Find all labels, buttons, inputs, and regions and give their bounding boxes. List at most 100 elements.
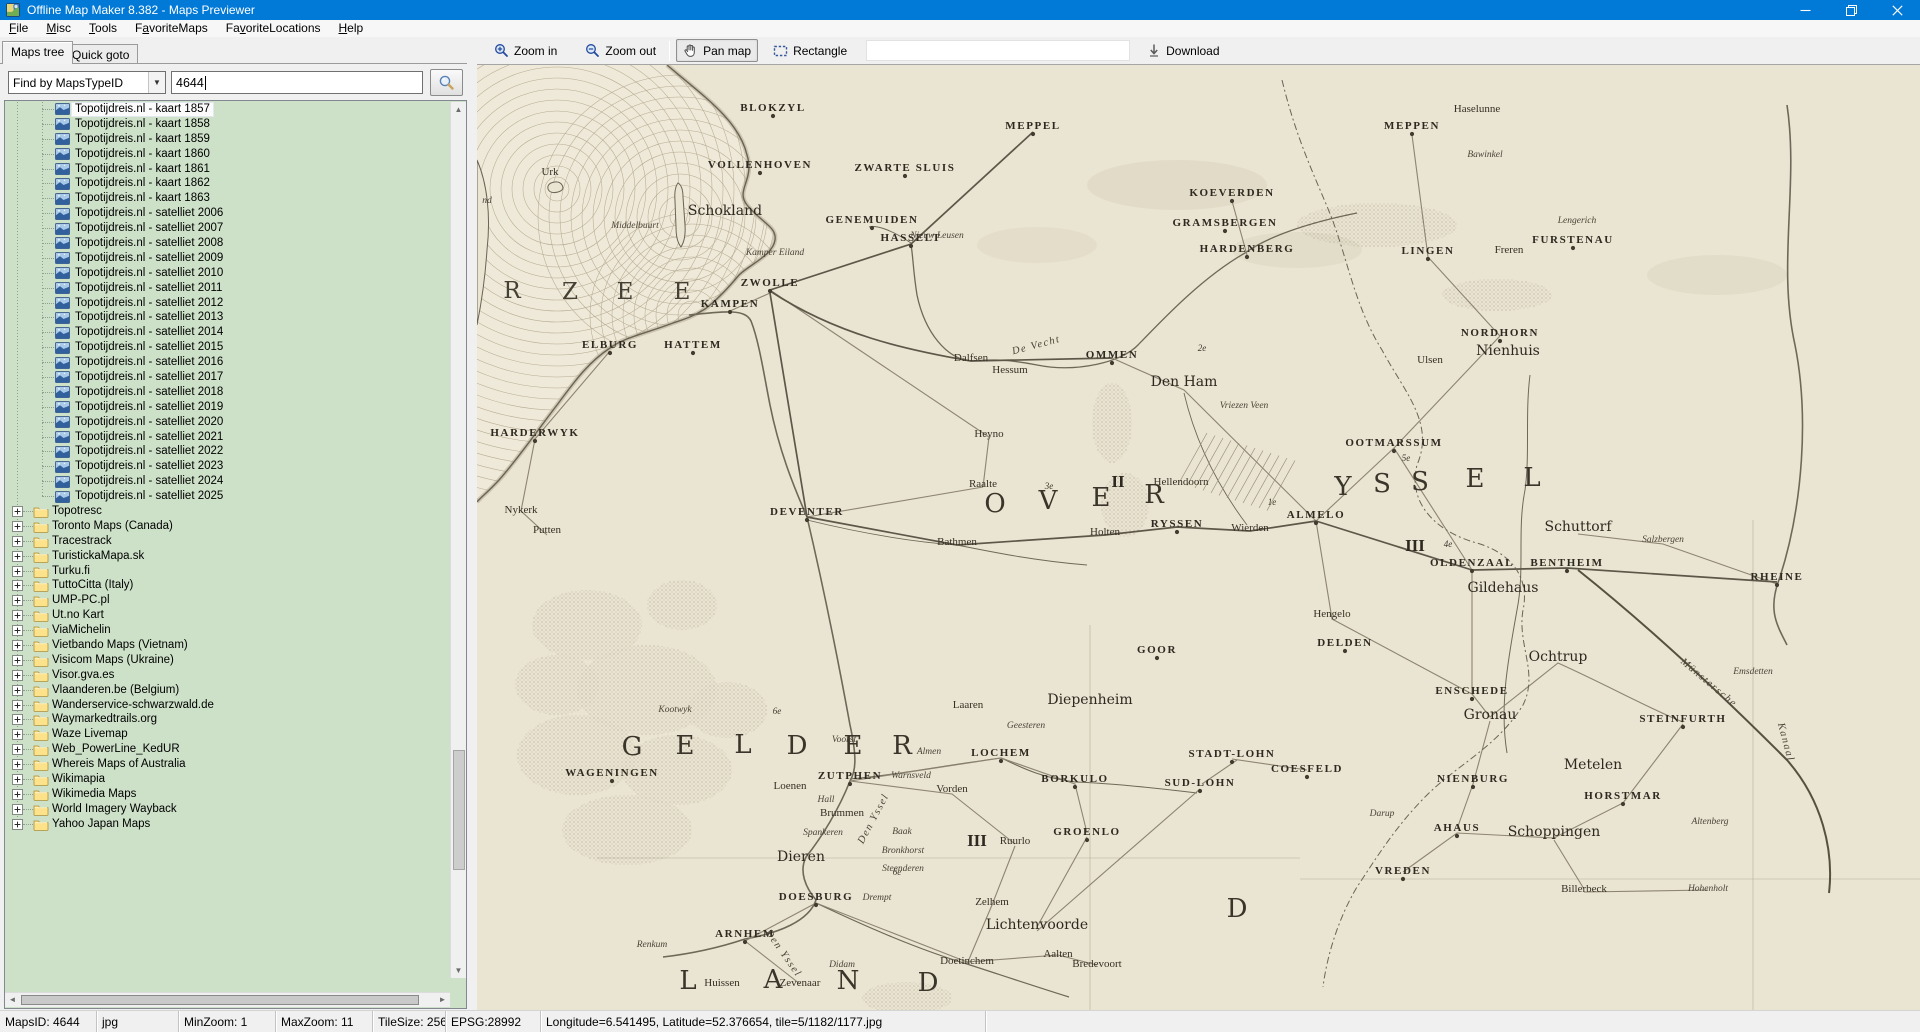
- expand-toggle-icon[interactable]: [12, 580, 23, 591]
- menu-tools[interactable]: Tools: [80, 20, 126, 37]
- restore-button[interactable]: [1828, 0, 1874, 20]
- expand-toggle-icon[interactable]: [12, 670, 23, 681]
- tree-vscroll-thumb[interactable]: [453, 750, 465, 870]
- tree-item[interactable]: Visicom Maps (Ukraine): [5, 653, 450, 668]
- tree-item[interactable]: ViaMichelin: [5, 623, 450, 638]
- tree-item[interactable]: Topotijdreis.nl - satelliet 2018: [5, 385, 450, 400]
- scroll-up-icon[interactable]: ▲: [451, 102, 466, 117]
- expand-toggle-icon[interactable]: [12, 640, 23, 651]
- expand-toggle-icon[interactable]: [12, 551, 23, 562]
- expand-toggle-icon[interactable]: [12, 729, 23, 740]
- tree-item[interactable]: Web_PowerLine_KedUR: [5, 742, 450, 757]
- expand-toggle-icon[interactable]: [12, 819, 23, 830]
- download-button[interactable]: Download: [1140, 39, 1226, 62]
- tree-item[interactable]: Wikimedia Maps: [5, 787, 450, 802]
- tree-item[interactable]: Turku.fi: [5, 564, 450, 579]
- menu-misc[interactable]: Misc: [37, 20, 80, 37]
- tree-item[interactable]: Topotresc: [5, 504, 450, 519]
- expand-toggle-icon[interactable]: [12, 759, 23, 770]
- tree-item[interactable]: Topotijdreis.nl - satelliet 2020: [5, 415, 450, 430]
- menu-help[interactable]: Help: [330, 20, 373, 37]
- rectangle-button[interactable]: Rectangle: [766, 40, 854, 62]
- tree-item[interactable]: Waze Livemap: [5, 727, 450, 742]
- menu-favoritelocations[interactable]: FavoriteLocations: [217, 20, 330, 37]
- tree-item[interactable]: Topotijdreis.nl - satelliet 2016: [5, 355, 450, 370]
- expand-toggle-icon[interactable]: [12, 521, 23, 532]
- tree-item[interactable]: Wanderservice-schwarzwald.de: [5, 698, 450, 713]
- tree-hscroll-thumb[interactable]: [21, 995, 419, 1005]
- map-canvas[interactable]: RZEEOVERYSSELGELDERLANDDIIIIIIIIBLOKZYLV…: [477, 64, 1920, 1010]
- tree-item[interactable]: Topotijdreis.nl - kaart 1857: [5, 102, 450, 117]
- tree-item[interactable]: Topotijdreis.nl - satelliet 2024: [5, 474, 450, 489]
- tree-item[interactable]: Topotijdreis.nl - satelliet 2015: [5, 340, 450, 355]
- tree-item[interactable]: TuristickaMapa.sk: [5, 549, 450, 564]
- tree-item[interactable]: Waymarkedtrails.org: [5, 713, 450, 728]
- tree-item[interactable]: Topotijdreis.nl - satelliet 2013: [5, 310, 450, 325]
- tree-item[interactable]: Toronto Maps (Canada): [5, 519, 450, 534]
- tree-item[interactable]: Topotijdreis.nl - satelliet 2011: [5, 281, 450, 296]
- scroll-down-icon[interactable]: ▼: [451, 963, 466, 978]
- find-mode-select[interactable]: Find by MapsTypeID ▼: [8, 71, 166, 94]
- tree-item[interactable]: Topotijdreis.nl - satelliet 2010: [5, 266, 450, 281]
- menu-favoritemaps[interactable]: FavoriteMaps: [126, 20, 217, 37]
- tree-item[interactable]: Topotijdreis.nl - satelliet 2008: [5, 236, 450, 251]
- tree-item[interactable]: Visor.gva.es: [5, 668, 450, 683]
- search-input[interactable]: 4644: [171, 71, 423, 94]
- tree-item[interactable]: Topotijdreis.nl - satelliet 2009: [5, 251, 450, 266]
- minimize-button[interactable]: [1782, 0, 1828, 20]
- expand-toggle-icon[interactable]: [12, 685, 23, 696]
- expand-toggle-icon[interactable]: [12, 536, 23, 547]
- tree-item[interactable]: Topotijdreis.nl - satelliet 2022: [5, 444, 450, 459]
- tree-item[interactable]: Topotijdreis.nl - satelliet 2019: [5, 400, 450, 415]
- zoom-out-button[interactable]: Zoom out: [578, 39, 663, 62]
- tree-item[interactable]: World Imagery Wayback: [5, 802, 450, 817]
- expand-toggle-icon[interactable]: [12, 625, 23, 636]
- tree-item[interactable]: Vlaanderen.be (Belgium): [5, 683, 450, 698]
- tree-item[interactable]: Topotijdreis.nl - kaart 1859: [5, 132, 450, 147]
- tree-item[interactable]: Topotijdreis.nl - kaart 1861: [5, 162, 450, 177]
- tree-item[interactable]: Topotijdreis.nl - satelliet 2006: [5, 206, 450, 221]
- tree-item[interactable]: Topotijdreis.nl - kaart 1863: [5, 191, 450, 206]
- expand-toggle-icon[interactable]: [12, 744, 23, 755]
- tree-vertical-scrollbar[interactable]: ▲ ▼: [450, 102, 466, 978]
- menu-file[interactable]: File: [0, 20, 37, 37]
- tree-horizontal-scrollbar[interactable]: ◄ ►: [5, 992, 450, 1007]
- search-button[interactable]: [430, 69, 463, 96]
- tree-item[interactable]: Yahoo Japan Maps: [5, 817, 450, 832]
- expand-toggle-icon[interactable]: [12, 789, 23, 800]
- tab-maps-tree[interactable]: Maps tree: [2, 41, 73, 64]
- tree-item[interactable]: Topotijdreis.nl - satelliet 2007: [5, 221, 450, 236]
- expand-toggle-icon[interactable]: [12, 595, 23, 606]
- zoom-in-button[interactable]: Zoom in: [487, 39, 564, 62]
- expand-toggle-icon[interactable]: [12, 804, 23, 815]
- close-button[interactable]: [1874, 0, 1920, 20]
- expand-toggle-icon[interactable]: [12, 566, 23, 577]
- tree-item[interactable]: Vietbando Maps (Vietnam): [5, 638, 450, 653]
- tree-item[interactable]: Tracestrack: [5, 534, 450, 549]
- tree-item[interactable]: TuttoCitta (Italy): [5, 579, 450, 594]
- tree-item[interactable]: Topotijdreis.nl - kaart 1858: [5, 117, 450, 132]
- expand-toggle-icon[interactable]: [12, 700, 23, 711]
- tree-item[interactable]: Whereis Maps of Australia: [5, 757, 450, 772]
- scroll-right-icon[interactable]: ►: [435, 993, 450, 1007]
- tree-item[interactable]: Topotijdreis.nl - satelliet 2025: [5, 489, 450, 504]
- tree-item[interactable]: UMP-PC.pl: [5, 593, 450, 608]
- scroll-left-icon[interactable]: ◄: [5, 993, 20, 1007]
- expand-toggle-icon[interactable]: [12, 774, 23, 785]
- tree-item[interactable]: Wikimapia: [5, 772, 450, 787]
- tree-item[interactable]: Topotijdreis.nl - satelliet 2012: [5, 296, 450, 311]
- expand-toggle-icon[interactable]: [12, 506, 23, 517]
- pan-map-button[interactable]: Pan map: [676, 39, 758, 62]
- tree-item[interactable]: Topotijdreis.nl - kaart 1862: [5, 176, 450, 191]
- expand-toggle-icon[interactable]: [12, 610, 23, 621]
- toolbar-input-box[interactable]: [866, 40, 1130, 61]
- tab-quick-goto[interactable]: Quick goto: [63, 44, 138, 64]
- panel-splitter[interactable]: [467, 37, 477, 1010]
- tree-item[interactable]: Topotijdreis.nl - kaart 1860: [5, 147, 450, 162]
- tree-item[interactable]: Topotijdreis.nl - satelliet 2023: [5, 459, 450, 474]
- tree-item[interactable]: Topotijdreis.nl - satelliet 2017: [5, 370, 450, 385]
- tree-item[interactable]: Topotijdreis.nl - satelliet 2021: [5, 430, 450, 445]
- tree-item[interactable]: Ut.no Kart: [5, 608, 450, 623]
- expand-toggle-icon[interactable]: [12, 655, 23, 666]
- expand-toggle-icon[interactable]: [12, 714, 23, 725]
